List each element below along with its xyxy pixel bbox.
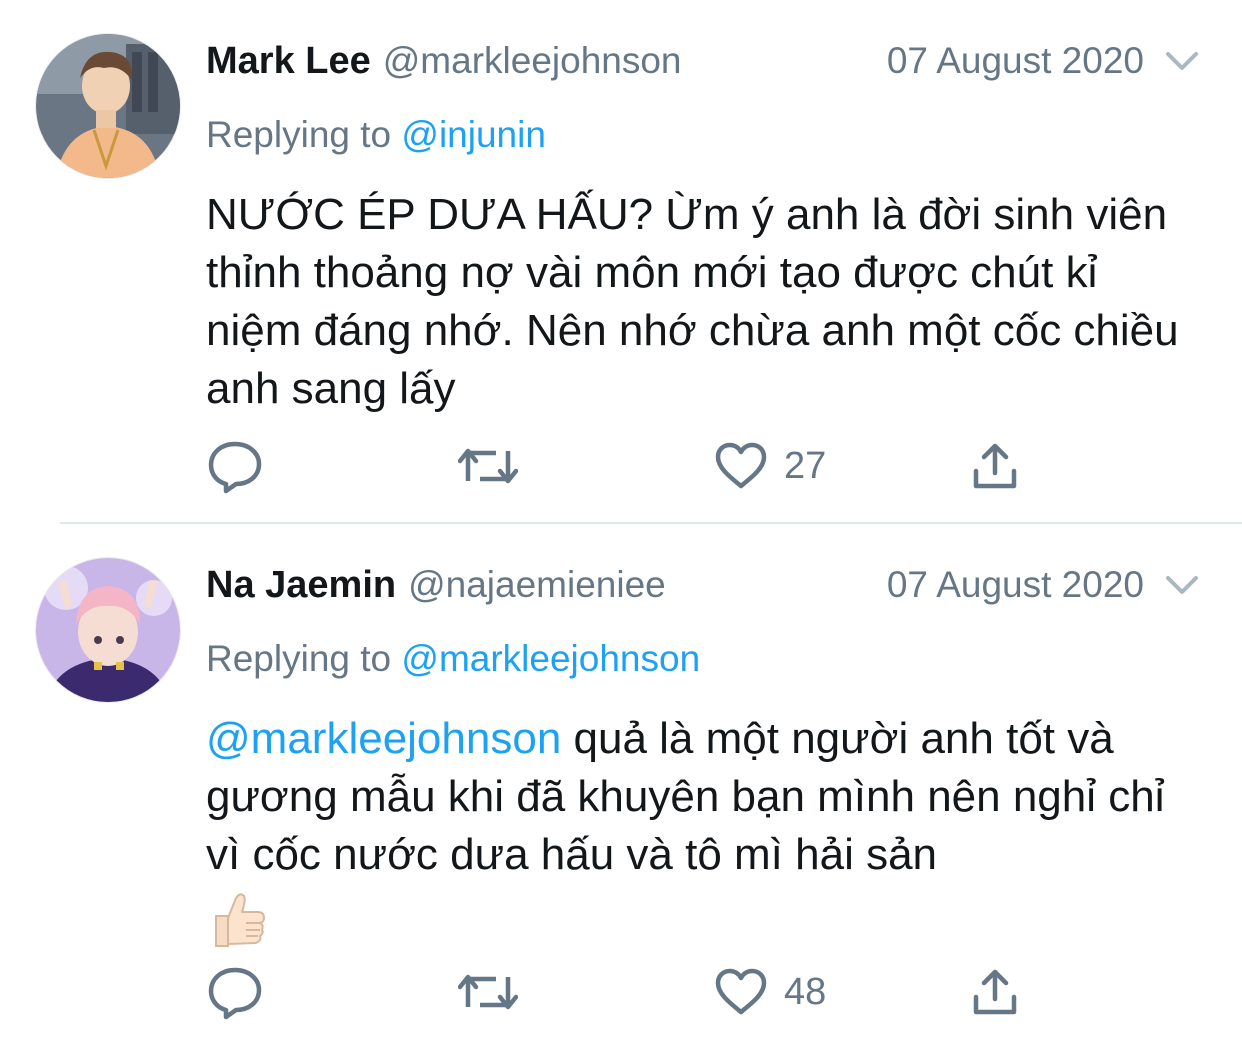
- heart-icon: [715, 442, 767, 489]
- retweet-button[interactable]: [458, 962, 518, 1022]
- author-handle[interactable]: @markleejohnson: [383, 40, 682, 81]
- tweet-date[interactable]: 07 August 2020: [887, 560, 1144, 610]
- tweet-text: NƯỚC ÉP DƯA HẤU? Ừm ý anh là đời sinh vi…: [206, 186, 1196, 418]
- retweet-icon: [458, 448, 518, 484]
- tweet-header: Na Jaemin @najaemieniee 07 August 2020: [206, 560, 1202, 610]
- share-icon: [973, 443, 1017, 489]
- share-icon: [973, 969, 1017, 1015]
- share-button[interactable]: [970, 436, 1020, 496]
- replying-to-mention[interactable]: @markleejohnson: [401, 638, 700, 679]
- tweet-body: NƯỚC ÉP DƯA HẤU? Ừm ý anh là đời sinh vi…: [206, 190, 1179, 413]
- tweet[interactable]: Na Jaemin @najaemieniee 07 August 2020 Re…: [0, 524, 1242, 1037]
- like-button[interactable]: 27: [714, 436, 826, 496]
- thumbs-up-icon: [215, 893, 265, 947]
- reply-button[interactable]: [206, 962, 264, 1022]
- tweet-date[interactable]: 07 August 2020: [887, 36, 1144, 86]
- author-handle[interactable]: @najaemieniee: [408, 564, 666, 605]
- body-mention[interactable]: @markleejohnson: [206, 714, 561, 763]
- replying-to: Replying to @markleejohnson: [206, 634, 700, 684]
- replying-to-label: Replying to: [206, 638, 392, 679]
- reply-icon: [208, 441, 262, 494]
- chevron-down-icon[interactable]: [1162, 570, 1202, 600]
- tweet-text: @markleejohnson quả là một người anh tốt…: [206, 710, 1196, 950]
- avatar[interactable]: [36, 558, 180, 702]
- chevron-down-icon[interactable]: [1162, 46, 1202, 76]
- author-name[interactable]: Mark Lee: [206, 40, 371, 82]
- like-count: 48: [784, 971, 827, 1013]
- tweet-actions: 27: [206, 436, 1242, 496]
- author-name[interactable]: Na Jaemin: [206, 564, 396, 606]
- retweet-button[interactable]: [458, 436, 518, 496]
- tweet-header: Mark Lee @markleejohnson 07 August 2020: [206, 36, 1202, 86]
- reply-button[interactable]: [206, 436, 264, 496]
- like-count: 27: [784, 445, 827, 487]
- replying-to: Replying to @injunin: [206, 110, 546, 160]
- reply-icon: [208, 967, 262, 1020]
- retweet-icon: [458, 974, 518, 1010]
- heart-icon: [715, 968, 767, 1015]
- share-button[interactable]: [970, 962, 1020, 1022]
- replying-to-label: Replying to: [206, 114, 392, 155]
- tweet-actions: 48: [206, 962, 1242, 1022]
- replying-to-mention[interactable]: @injunin: [401, 114, 546, 155]
- tweet[interactable]: Mark Lee @markleejohnson 07 August 2020 R…: [0, 0, 1242, 522]
- avatar[interactable]: [36, 34, 180, 178]
- like-button[interactable]: 48: [714, 962, 826, 1022]
